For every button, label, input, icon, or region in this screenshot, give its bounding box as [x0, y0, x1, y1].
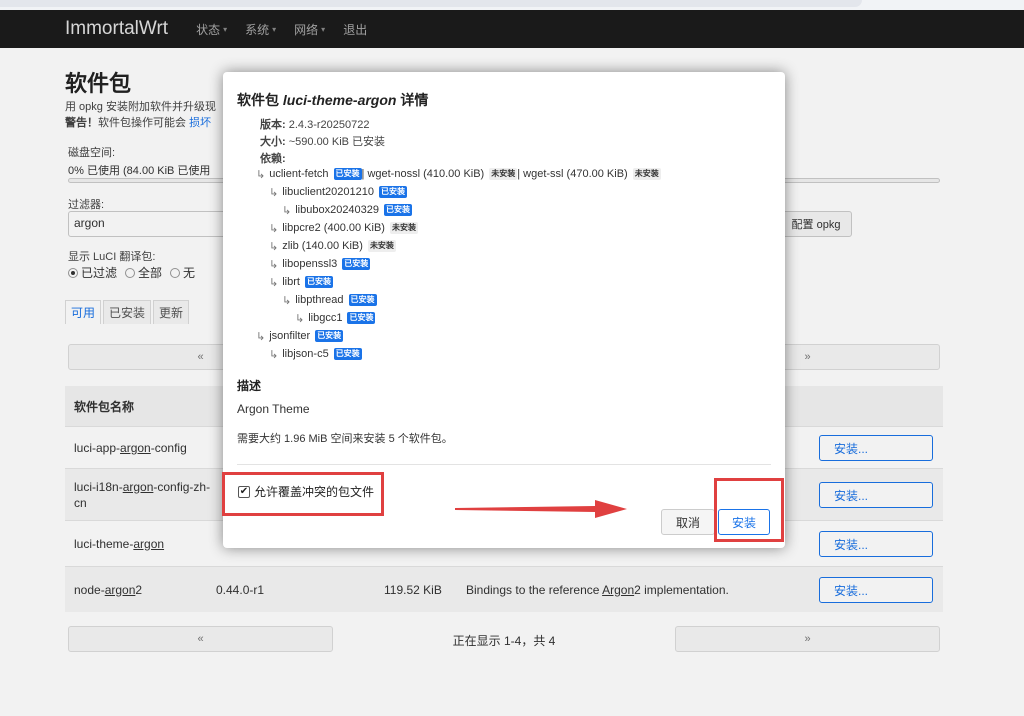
dependency-item: ↳ librt 已安装	[256, 273, 661, 291]
status-badge: 已安装	[333, 168, 362, 180]
dependency-name: libjson-c5	[282, 348, 329, 360]
status-badge: 已安装	[384, 204, 413, 216]
status-badge: 已安装	[342, 258, 371, 270]
tree-branch-icon: ↳	[269, 222, 279, 235]
dependency-name: libuclient20201210	[282, 186, 374, 198]
status-badge: 已安装	[348, 294, 377, 306]
dependency-name: libopenssl3	[282, 258, 338, 270]
dependency-name: librt	[282, 276, 300, 288]
dependency-name: libubox20240329	[295, 204, 380, 216]
dependency-tree: ↳ uclient-fetch 已安装 | wget-nossl (410.00 K…	[256, 165, 661, 363]
address-bar-edge	[0, 0, 862, 7]
tree-branch-icon: ↳	[282, 294, 292, 307]
browser-chrome-strip	[0, 0, 1024, 10]
tree-branch-icon: ↳	[269, 258, 279, 271]
tree-branch-icon: ↳	[269, 240, 279, 253]
status-badge: 已安装	[378, 186, 407, 198]
dependency-item: ↳ libuclient20201210 已安装	[256, 183, 661, 201]
status-badge: 未安装	[632, 168, 661, 180]
annotation-arrow-icon	[455, 500, 627, 518]
dependency-item: ↳ jsonfilter 已安装	[256, 327, 661, 345]
status-badge: 已安装	[347, 312, 376, 324]
dependency-item: ↳ libpcre2 (400.00 KiB) 未安装	[256, 219, 661, 237]
tree-branch-icon: ↳	[269, 276, 279, 289]
modal-divider	[237, 464, 771, 465]
dependency-item: ↳ libgcc1 已安装	[256, 309, 661, 327]
status-badge: 已安装	[304, 276, 333, 288]
dependency-name: libpcre2 (400.00 KiB)	[282, 222, 385, 234]
package-size-info: 大小: ~590.00 KiB 已安装	[260, 136, 386, 148]
status-badge: 已安装	[333, 348, 362, 360]
tree-branch-icon: ↳	[256, 330, 266, 343]
cancel-button[interactable]: 取消	[661, 509, 715, 535]
status-badge: 未安装	[489, 168, 518, 180]
dependency-item: ↳ libopenssl3 已安装	[256, 255, 661, 273]
dependency-item: ↳ libubox20240329 已安装	[256, 201, 661, 219]
required-space-text: 需要大约 1.96 MiB 空间来安装 5 个软件包。	[237, 433, 453, 445]
dependency-name: | wget-nossl (410.00 KiB)	[361, 168, 485, 180]
status-badge: 未安装	[367, 240, 396, 252]
dependency-name: uclient-fetch	[269, 168, 329, 180]
tree-branch-icon: ↳	[282, 204, 292, 217]
tree-branch-icon: ↳	[269, 348, 279, 361]
status-badge: 未安装	[389, 222, 418, 234]
dependency-name: | wget-ssl (470.00 KiB)	[517, 168, 628, 180]
modal-title: 软件包 luci-theme-argon 详情	[237, 92, 429, 108]
dependencies-label: 依赖:	[260, 153, 286, 165]
dependency-name: jsonfilter	[269, 330, 311, 342]
dependency-item: ↳ libpthread 已安装	[256, 291, 661, 309]
status-badge: 已安装	[315, 330, 344, 342]
highlight-box-install	[714, 478, 784, 542]
tree-branch-icon: ↳	[295, 312, 305, 325]
dependency-name: libpthread	[295, 294, 344, 306]
dependency-item: ↳ zlib (140.00 KiB) 未安装	[256, 237, 661, 255]
tree-branch-icon: ↳	[269, 186, 279, 199]
dependency-item: ↳ libjson-c5 已安装	[256, 345, 661, 363]
description-title: 描述	[237, 379, 262, 393]
dependency-name: zlib (140.00 KiB)	[282, 240, 363, 252]
dependency-name: libgcc1	[308, 312, 343, 324]
description-text: Argon Theme	[237, 402, 310, 416]
tree-branch-icon: ↳	[256, 168, 266, 181]
dependency-item: ↳ uclient-fetch 已安装 | wget-nossl (410.00 K…	[256, 165, 661, 183]
highlight-box-checkbox	[222, 472, 384, 516]
package-version-info: 版本: 2.4.3-r20250722	[260, 119, 370, 131]
